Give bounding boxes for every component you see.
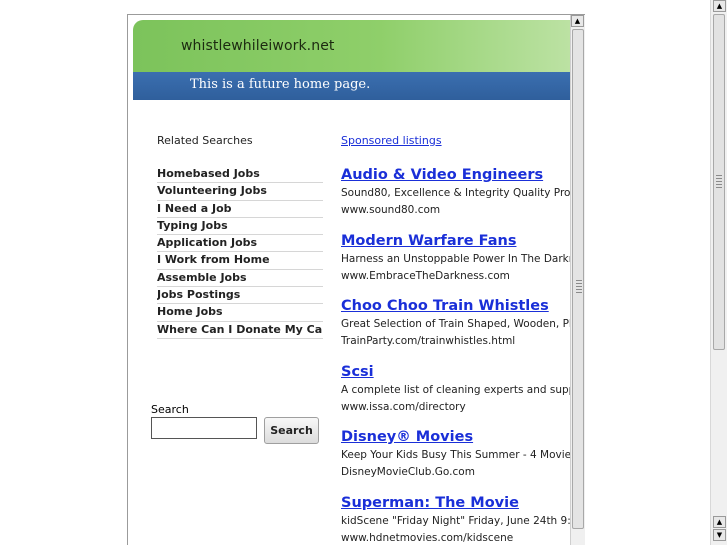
listing-url: www.sound80.com [341,204,441,216]
grip-icon [576,280,582,294]
related-link-assemble-jobs[interactable]: Assemble Jobs [157,270,323,288]
listing-title-link[interactable]: Scsi [341,362,570,382]
listing-item: Superman: The Movie kidScene "Friday Nig… [341,493,570,545]
related-link-donate-car[interactable]: Where Can I Donate My Car [157,322,323,339]
listing-item: Disney® Movies Keep Your Kids Busy This … [341,427,570,493]
up-arrow-icon[interactable]: ▲ [713,0,726,12]
listing-description: kidScene "Friday Night" Friday, June 24t… [341,514,570,527]
listing-title-link[interactable]: Audio & Video Engineers [341,165,570,185]
embedded-frame: whistlewhileiwork.net This is a future h… [127,14,585,545]
search-label: Search [151,403,189,416]
header-green-band: whistlewhileiwork.net [133,20,570,72]
up-arrow-icon[interactable]: ▲ [713,516,726,528]
listing-title-link[interactable]: Superman: The Movie [341,493,570,513]
listing-description: A complete list of cleaning experts and … [341,383,570,396]
page-scrollbar-thumb[interactable] [713,14,725,350]
related-link-i-need-a-job[interactable]: I Need a Job [157,201,323,218]
listing-description: Great Selection of Train Shaped, Wooden,… [341,318,570,330]
frame-scrollbar[interactable]: ▲ [570,15,585,545]
down-arrow-icon[interactable]: ▼ [713,529,726,541]
listing-url: www.issa.com/directory [341,400,466,413]
frame-scrollbar-thumb[interactable] [572,29,584,529]
listing-title-link[interactable]: Modern Warfare Fans [341,231,570,251]
site-name: whistlewhileiwork.net [181,38,335,54]
listing-description: Keep Your Kids Busy This Summer - 4 Movi… [341,449,570,461]
related-link-homebased-jobs[interactable]: Homebased Jobs [157,166,323,184]
listing-url: DisneyMovieClub.Go.com [341,466,475,478]
listing-description: Sound80, Excellence & Integrity Quality … [341,187,570,199]
listing-item: Scsi A complete list of cleaning experts… [341,362,570,428]
sponsored-listings: Audio & Video Engineers Sound80, Excelle… [341,165,570,545]
related-link-volunteering-jobs[interactable]: Volunteering Jobs [157,183,323,201]
tagline: This is a future home page. [190,77,371,92]
listing-url: TrainParty.com/trainwhistles.html [341,335,516,347]
page-scrollbar[interactable]: ▲ ▲ ▼ [710,0,727,545]
sponsored-listings-link[interactable]: Sponsored listings [341,134,442,147]
listing-url: www.EmbraceTheDarkness.com [341,269,510,282]
grip-icon [716,175,722,189]
listing-description: Harness an Unstoppable Power In The Dark… [341,252,570,265]
listing-url: www.hdnetmovies.com/kidscene [341,531,514,544]
listing-title-link[interactable]: Choo Choo Train Whistles [341,296,570,316]
listing-title-link[interactable]: Disney® Movies [341,427,570,447]
search-input[interactable] [151,417,257,439]
related-link-application-jobs[interactable]: Application Jobs [157,235,323,253]
related-link-i-work-from-home[interactable]: I Work from Home [157,252,323,270]
listing-item: Audio & Video Engineers Sound80, Excelle… [341,165,570,231]
up-arrow-icon[interactable]: ▲ [571,15,584,27]
frame-content: whistlewhileiwork.net This is a future h… [128,15,570,545]
listing-item: Modern Warfare Fans Harness an Unstoppab… [341,231,570,297]
search-button[interactable]: Search [264,417,319,444]
related-searches-title: Related Searches [157,134,253,147]
related-link-home-jobs[interactable]: Home Jobs [157,304,323,322]
page-header: whistlewhileiwork.net This is a future h… [133,20,570,100]
header-blue-band: This is a future home page. [133,72,570,100]
related-link-jobs-postings[interactable]: Jobs Postings [157,287,323,305]
related-searches-list: Homebased Jobs Volunteering Jobs I Need … [157,166,323,339]
related-link-typing-jobs[interactable]: Typing Jobs [157,218,323,236]
listing-item: Choo Choo Train Whistles Great Selection… [341,296,570,362]
